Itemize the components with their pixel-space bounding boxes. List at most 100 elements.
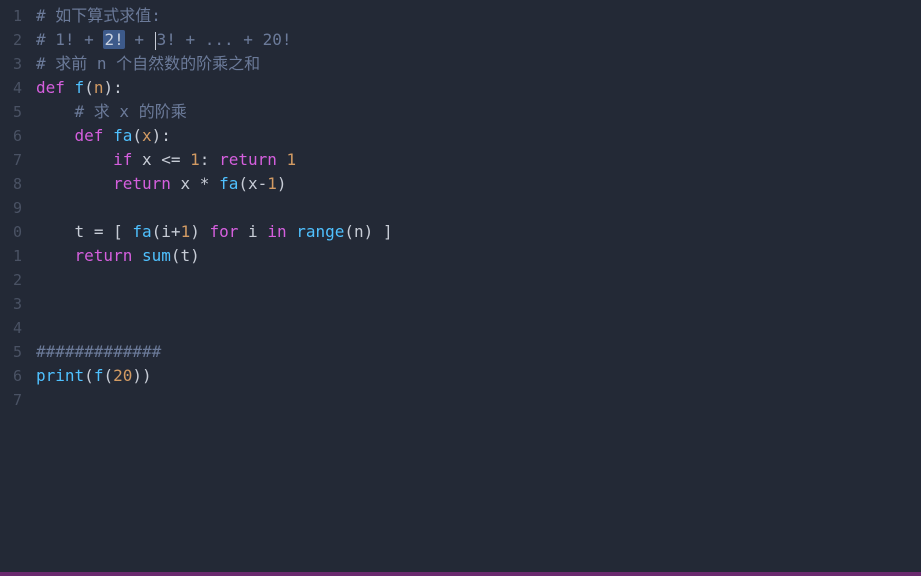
keyword-return: return xyxy=(113,174,171,193)
identifier: x xyxy=(142,150,152,169)
code-line[interactable] xyxy=(36,268,921,292)
line-number-gutter: 1 2 3 4 5 6 7 8 9 0 1 2 3 4 5 6 7 xyxy=(0,0,28,576)
identifier: i xyxy=(248,222,258,241)
punct: : xyxy=(113,78,123,97)
punct: ) xyxy=(132,366,142,385)
line-number: 3 xyxy=(0,52,22,76)
line-number: 4 xyxy=(0,76,22,100)
keyword-def: def xyxy=(36,78,65,97)
parameter: x xyxy=(142,126,152,145)
code-line[interactable]: return sum(t) xyxy=(36,244,921,268)
keyword-for: for xyxy=(209,222,238,241)
line-number: 0 xyxy=(0,220,22,244)
punct: ( xyxy=(152,222,162,241)
line-number: 7 xyxy=(0,148,22,172)
identifier: i xyxy=(161,222,171,241)
keyword-if: if xyxy=(113,150,132,169)
code-line[interactable] xyxy=(36,316,921,340)
punct: ( xyxy=(238,174,248,193)
code-line[interactable] xyxy=(36,196,921,220)
line-number: 6 xyxy=(0,364,22,388)
code-area[interactable]: # 如下算式求值: # 1! + 2! + 3! + ... + 20! # 求… xyxy=(28,0,921,576)
punct: ) xyxy=(364,222,374,241)
line-number: 1 xyxy=(0,4,22,28)
line-number: 9 xyxy=(0,196,22,220)
punct: ( xyxy=(132,126,142,145)
line-number: 5 xyxy=(0,340,22,364)
code-line[interactable]: t = [ fa(i+1) for i in range(n) ] xyxy=(36,220,921,244)
line-number: 6 xyxy=(0,124,22,148)
punct: [ xyxy=(113,222,123,241)
code-line[interactable]: def f(n): xyxy=(36,76,921,100)
number-literal: 1 xyxy=(267,174,277,193)
comment-text: + xyxy=(125,30,154,49)
code-line[interactable]: print(f(20)) xyxy=(36,364,921,388)
identifier: t xyxy=(181,246,191,265)
function-call: fa xyxy=(219,174,238,193)
identifier: x xyxy=(248,174,258,193)
punct: ( xyxy=(103,366,113,385)
code-line[interactable] xyxy=(36,292,921,316)
line-number: 1 xyxy=(0,244,22,268)
punct: ( xyxy=(344,222,354,241)
punct: ] xyxy=(383,222,393,241)
operator: - xyxy=(258,174,268,193)
punct: ) xyxy=(142,366,152,385)
identifier: n xyxy=(354,222,364,241)
text-cursor-icon xyxy=(155,32,156,50)
punct: : xyxy=(161,126,171,145)
comment-text: ############# xyxy=(36,342,161,361)
line-number: 8 xyxy=(0,172,22,196)
punct: ) xyxy=(190,222,200,241)
code-line[interactable]: if x <= 1: return 1 xyxy=(36,148,921,172)
comment-text: + ... + 20! xyxy=(176,30,292,49)
keyword-def: def xyxy=(75,126,104,145)
operator: * xyxy=(200,174,210,193)
comment-text: # 如下算式求值: xyxy=(36,6,161,25)
punct: ( xyxy=(84,366,94,385)
builtin-print: print xyxy=(36,366,84,385)
comment-text: # 1! + xyxy=(36,30,103,49)
punct: ( xyxy=(84,78,94,97)
function-name: f xyxy=(75,78,85,97)
identifier: x xyxy=(181,174,191,193)
line-number: 4 xyxy=(0,316,22,340)
code-line[interactable]: # 1! + 2! + 3! + ... + 20! xyxy=(36,28,921,52)
comment-text: # 求 x 的阶乘 xyxy=(75,102,187,121)
number-literal: 20 xyxy=(113,366,132,385)
function-name: fa xyxy=(113,126,132,145)
punct: ( xyxy=(171,246,181,265)
text-selection: 2! xyxy=(103,30,124,49)
comment-text: 3! xyxy=(157,30,176,49)
number-literal: 1 xyxy=(181,222,191,241)
line-number: 5 xyxy=(0,100,22,124)
builtin-sum: sum xyxy=(142,246,171,265)
operator: <= xyxy=(161,150,180,169)
builtin-range: range xyxy=(296,222,344,241)
code-line[interactable]: return x * fa(x-1) xyxy=(36,172,921,196)
keyword-in: in xyxy=(267,222,286,241)
number-literal: 1 xyxy=(287,150,297,169)
code-line[interactable]: # 求前 n 个自然数的阶乘之和 xyxy=(36,52,921,76)
comment-text: # 求前 n 个自然数的阶乘之和 xyxy=(36,54,260,73)
line-number: 2 xyxy=(0,268,22,292)
punct: ) xyxy=(190,246,200,265)
function-call: fa xyxy=(132,222,151,241)
line-number: 2 xyxy=(0,28,22,52)
code-line[interactable]: ############# xyxy=(36,340,921,364)
line-number: 3 xyxy=(0,292,22,316)
status-bar xyxy=(0,572,921,576)
punct: ) xyxy=(277,174,287,193)
identifier: t xyxy=(75,222,85,241)
code-line[interactable]: def fa(x): xyxy=(36,124,921,148)
function-call: f xyxy=(94,366,104,385)
punct: : xyxy=(200,150,210,169)
code-editor[interactable]: 1 2 3 4 5 6 7 8 9 0 1 2 3 4 5 6 7 # 如下算式… xyxy=(0,0,921,576)
punct: ) xyxy=(152,126,162,145)
code-line[interactable]: # 如下算式求值: xyxy=(36,4,921,28)
operator: = xyxy=(94,222,104,241)
code-line[interactable] xyxy=(36,388,921,412)
code-line[interactable]: # 求 x 的阶乘 xyxy=(36,100,921,124)
operator: + xyxy=(171,222,181,241)
vertical-scrollbar[interactable] xyxy=(909,0,921,576)
